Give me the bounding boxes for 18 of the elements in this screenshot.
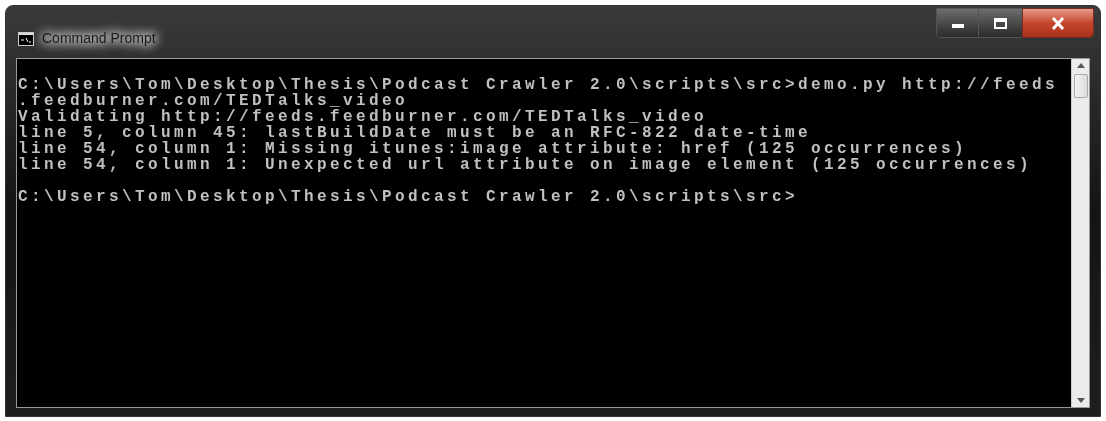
minimize-icon bbox=[951, 24, 964, 28]
vertical-scrollbar[interactable] bbox=[1071, 59, 1089, 407]
minimize-button[interactable] bbox=[936, 8, 979, 38]
scroll-down-icon bbox=[1076, 398, 1085, 403]
console-line: Validating http://feeds.feedburner.com/TEDTalks_video bbox=[18, 109, 708, 125]
console-app-icon bbox=[18, 31, 34, 46]
maximize-button[interactable] bbox=[979, 8, 1022, 38]
close-button[interactable] bbox=[1022, 8, 1094, 38]
scroll-up-icon bbox=[1076, 63, 1085, 68]
console-line: line 54, column 1: Unexpected url attribute on image element (125 occurrences) bbox=[18, 157, 1034, 173]
console-line: line 5, column 45: lastBuildDate must be an RFC-822 date-time bbox=[18, 125, 812, 141]
console-line: line 54, column 1: Missing itunes:image attribute: href (125 occurrences) bbox=[18, 141, 968, 157]
console-line: C:\Users\Tom\Desktop\Thesis\Podcast Crawler 2.0\scripts\src> bbox=[18, 189, 800, 205]
console-line: .feedburner.com/TEDTalks_video bbox=[18, 93, 409, 109]
console-line: C:\Users\Tom\Desktop\Thesis\Podcast Crawler 2.0\scripts\src>demo.py http://feeds bbox=[18, 77, 1060, 93]
scrollbar-thumb[interactable] bbox=[1073, 74, 1088, 98]
close-icon bbox=[1051, 16, 1065, 30]
maximize-icon bbox=[994, 17, 1007, 29]
